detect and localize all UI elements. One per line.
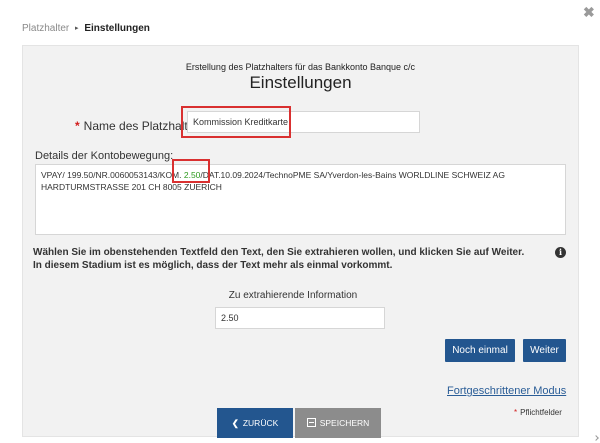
chevron-left-icon: ❮ <box>231 418 239 428</box>
save-button-label: SPEICHERN <box>319 418 370 428</box>
details-text-before: VPAY/ 199.50/NR.0060053143/KOM. <box>41 170 184 180</box>
required-note-marker: * <box>514 408 518 417</box>
settings-panel: Erstellung des Platzhalters für das Bank… <box>22 45 579 438</box>
breadcrumb-parent[interactable]: Platzhalter <box>22 23 69 34</box>
save-button[interactable]: SPEICHERN <box>295 408 381 438</box>
required-marker: * <box>75 119 80 133</box>
back-button[interactable]: ❮ ZURÜCK <box>217 408 293 438</box>
instructions-text: Wählen Sie im obenstehenden Textfeld den… <box>33 247 525 271</box>
back-button-label: ZURÜCK <box>242 418 279 428</box>
name-highlight-box <box>181 106 291 138</box>
resize-handle-icon[interactable] <box>593 435 599 441</box>
breadcrumb: Platzhalter ▸ Einstellungen <box>22 23 150 34</box>
again-button[interactable]: Noch einmal <box>445 339 515 362</box>
next-button[interactable]: Weiter <box>523 339 566 362</box>
extract-input[interactable] <box>215 307 385 329</box>
selection-highlight-box <box>172 159 210 183</box>
advanced-mode-link[interactable]: Fortgeschrittener Modus <box>447 385 566 397</box>
close-icon[interactable]: ✖ <box>583 4 595 21</box>
breadcrumb-separator-icon: ▸ <box>75 25 79 32</box>
required-fields-note: * Pflichtfelder <box>514 408 562 417</box>
transaction-details-textarea[interactable]: VPAY/ 199.50/NR.0060053143/KOM. 2.50/DAT… <box>35 164 566 235</box>
save-icon <box>306 418 316 427</box>
extract-label: Zu extrahierende Information <box>228 290 358 301</box>
dialog-title: Einstellungen <box>249 73 352 92</box>
breadcrumb-current: Einstellungen <box>84 23 150 34</box>
required-note-text: Pflichtfelder <box>520 408 562 417</box>
dialog-subtitle: Erstellung des Platzhalters für das Bank… <box>185 62 416 72</box>
info-icon[interactable]: i <box>555 247 566 258</box>
transaction-details-label: Details der Kontobewegung: <box>35 150 174 162</box>
